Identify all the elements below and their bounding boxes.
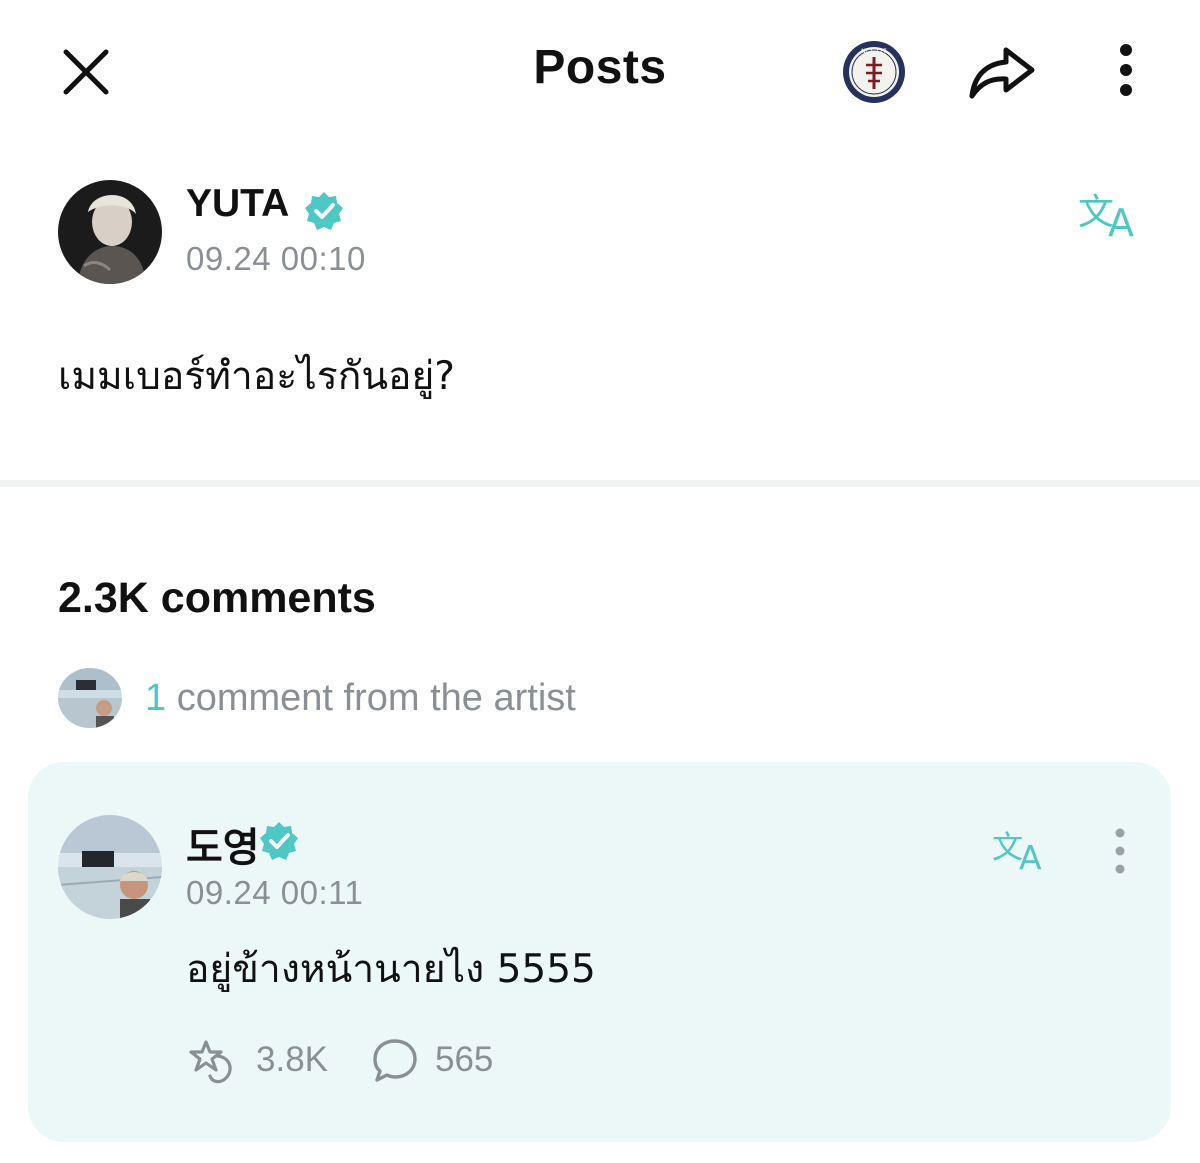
artist-comment-avatar-small	[58, 668, 122, 728]
reaction-icon	[189, 1040, 232, 1084]
reaction-button[interactable]	[186, 1036, 238, 1086]
section-divider	[0, 480, 1200, 487]
community-badge-icon: NCT 127	[843, 41, 905, 103]
more-options-button[interactable]	[1104, 40, 1148, 104]
post-author-avatar[interactable]	[58, 180, 162, 284]
avatar-image	[58, 815, 162, 919]
post-timestamp: 09.24 00:10	[186, 240, 366, 277]
avatar-image	[58, 180, 162, 284]
badge-text: NCT 127	[861, 48, 887, 55]
share-icon	[969, 47, 1035, 99]
svg-text:A: A	[1108, 201, 1134, 240]
comment-timestamp: 09.24 00:11	[186, 874, 364, 911]
comment-author-avatar[interactable]	[58, 815, 162, 919]
artist-comment-count: 1	[145, 677, 167, 719]
share-button[interactable]	[966, 40, 1038, 104]
post-body: เมมเบอร์ทำอะไรกันอยู่?	[58, 354, 455, 399]
reply-button[interactable]	[370, 1036, 420, 1086]
translate-icon: 文 A	[992, 830, 1042, 877]
comment-text: อยู่ข้างหน้านายไง 5555	[186, 947, 596, 992]
verified-icon	[258, 820, 300, 862]
comment-translate-button[interactable]: 文 A	[992, 826, 1054, 877]
post-author-name[interactable]: YUTA	[186, 182, 289, 226]
artist-comment-summary-link[interactable]: 1 comment from the artist	[145, 677, 576, 720]
more-vertical-icon	[1120, 44, 1132, 96]
verified-icon	[303, 190, 345, 232]
comment-more-button[interactable]	[1104, 826, 1136, 876]
svg-text:A: A	[1019, 838, 1042, 872]
translate-button[interactable]: 文 A	[1078, 186, 1144, 245]
comment-bubble-icon	[373, 1039, 417, 1082]
reaction-count: 3.8K	[256, 1040, 328, 1079]
community-badge[interactable]: NCT 127	[842, 40, 906, 104]
more-vertical-icon	[1115, 828, 1125, 874]
reply-count: 565	[435, 1040, 494, 1079]
artist-comment-summary-text: comment from the artist	[176, 677, 576, 719]
translate-icon: 文 A	[1078, 192, 1134, 245]
comments-count: 2.3K comments	[58, 574, 376, 622]
comment-author-name[interactable]: 도영	[186, 815, 260, 873]
